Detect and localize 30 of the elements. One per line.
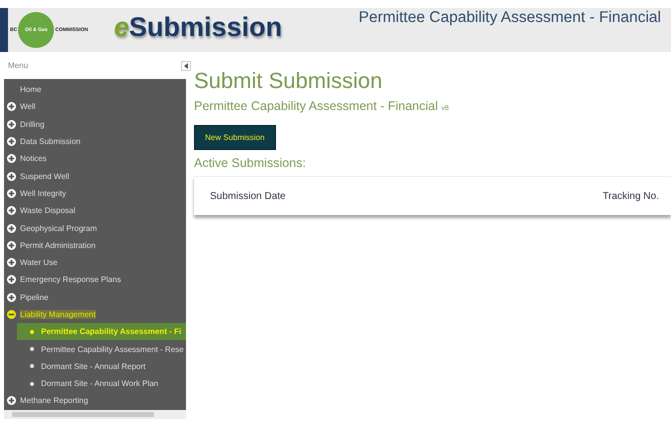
collapse-button[interactable] [181, 60, 191, 70]
page-title: Permittee Capability Assessment - Financial [358, 9, 661, 27]
horizontal-scrollbar[interactable] [4, 410, 186, 419]
menu-item[interactable]: Geophysical Program [4, 219, 186, 237]
menu-item[interactable]: Liability Management [4, 306, 186, 324]
caret-icon [184, 62, 188, 68]
menu-item[interactable]: Permit Administration [4, 236, 186, 254]
new-submission-button[interactable]: New Submission [194, 125, 276, 150]
menu-item[interactable]: Well Integrity [4, 184, 186, 202]
menu-item[interactable]: Suspend Well [4, 167, 186, 185]
menu-item[interactable]: Drilling [4, 116, 186, 133]
menu-item[interactable]: Data Submission [4, 132, 186, 150]
menu-item[interactable]: Well [4, 98, 186, 116]
page-heading: Submit Submission [194, 68, 384, 94]
section-title: Active Submissions: [194, 156, 307, 170]
menu-item[interactable]: Notices [4, 150, 186, 168]
column-header: Tracking No. [602, 190, 659, 202]
app-name: eSubmission [114, 12, 282, 43]
menu-title: Menu [8, 61, 28, 70]
menu-item[interactable]: Emergency Response Plans [4, 271, 186, 289]
menu-item[interactable]: Waste Disposal [4, 202, 186, 220]
submenu-item[interactable]: Dormant Site - Annual Report [17, 358, 186, 376]
menu-item[interactable]: Pipeline [4, 288, 186, 306]
menu-item[interactable]: Home [4, 81, 186, 98]
submenu-item[interactable]: Dormant Site - Annual Work Plan [17, 375, 186, 392]
submenu-item[interactable]: Permittee Capability Assessment - Rese [17, 340, 186, 358]
column-header: Submission Date [210, 190, 286, 202]
menu-item[interactable]: Water Use [4, 254, 186, 272]
menu-item[interactable]: Methane Reporting [4, 392, 186, 410]
submenu-item[interactable]: Permittee Capability Assessment - Fi [17, 323, 186, 340]
